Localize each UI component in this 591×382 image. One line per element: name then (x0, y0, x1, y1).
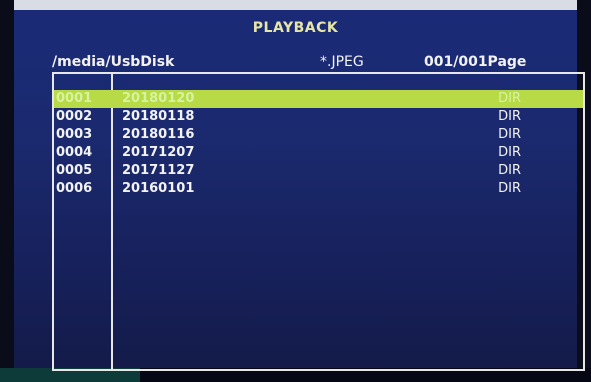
item-index: 0001 (56, 91, 93, 106)
list-item[interactable]: 0004 20171207 DIR (54, 144, 583, 162)
item-index: 0003 (56, 127, 93, 142)
list-item[interactable]: 0006 20160101 DIR (54, 180, 583, 198)
file-filter: *.JPEG (320, 54, 364, 70)
item-name: 20171127 (122, 163, 195, 178)
item-name: 20180116 (122, 127, 195, 142)
list-item-selected[interactable]: 0001 20180120 DIR (54, 90, 583, 108)
list-item[interactable]: 0002 20180118 DIR (54, 108, 583, 126)
monitor-bezel-left (0, 0, 14, 382)
item-index: 0005 (56, 163, 93, 178)
item-type: DIR (498, 163, 521, 178)
item-index: 0006 (56, 181, 93, 196)
page-indicator: 001/001Page (424, 54, 527, 70)
item-name: 20160101 (122, 181, 195, 196)
monitor-bezel-top (0, 0, 591, 10)
item-type: DIR (498, 109, 521, 124)
current-path: /media/UsbDisk (52, 54, 175, 70)
list-item[interactable]: 0003 20180116 DIR (54, 126, 583, 144)
item-name: 20180120 (122, 91, 195, 106)
item-type: DIR (498, 91, 521, 106)
item-index: 0002 (56, 109, 93, 124)
playback-screen: PLAYBACK /media/UsbDisk *.JPEG 001/001Pa… (14, 10, 585, 371)
item-name: 20171207 (122, 145, 195, 160)
file-browser-header: /media/UsbDisk *.JPEG 001/001Page (52, 54, 585, 74)
page-title: PLAYBACK (252, 20, 339, 36)
item-type: DIR (498, 181, 521, 196)
item-index: 0004 (56, 145, 93, 160)
item-type: DIR (498, 127, 521, 142)
list-item[interactable]: 0005 20171127 DIR (54, 162, 583, 180)
file-list: 0001 20180120 DIR 0002 20180118 DIR 0003… (52, 72, 585, 371)
item-type: DIR (498, 145, 521, 160)
item-name: 20180118 (122, 109, 195, 124)
